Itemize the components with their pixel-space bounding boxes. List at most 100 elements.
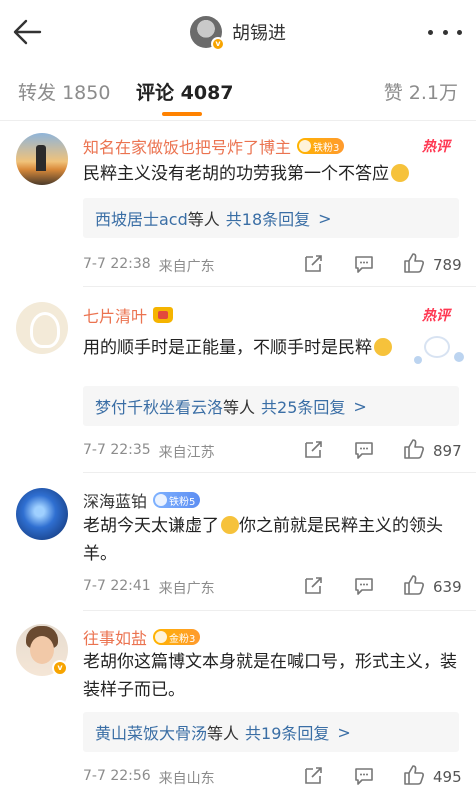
- reply-summary[interactable]: 梦付千秋坐看云洛 等人 共25条回复 >: [83, 386, 459, 426]
- reply-user[interactable]: 西坡居士acd: [95, 206, 188, 230]
- share-icon: [305, 577, 322, 594]
- reply-etc: 等人: [223, 398, 256, 417]
- comment-date: 7-7 22:35: [83, 442, 151, 458]
- thumbs-up-icon: [404, 439, 424, 459]
- like-count: 897: [433, 442, 462, 460]
- comment-author-name[interactable]: 知名在家做饭也把号炸了博主: [83, 134, 291, 158]
- share-button[interactable]: [302, 439, 324, 465]
- reply-button[interactable]: [353, 575, 375, 601]
- smile-emoji-icon: [374, 338, 392, 356]
- comment-divider: [83, 610, 476, 611]
- comment-text: 老胡今天太谦虚了 你之前就是民粹主义的领头羊。: [83, 512, 459, 568]
- comment-text-content: 老胡你这篇博文本身就是在喊口号，形式主义，装装样子而已。: [83, 652, 457, 700]
- tab-like-label: 赞: [383, 82, 403, 104]
- more-dot-icon: [457, 29, 462, 35]
- reply-count: 共25条回复: [261, 398, 346, 417]
- reply-user[interactable]: 黄山菜饭大骨汤: [95, 720, 207, 744]
- title-avatar[interactable]: v: [190, 16, 225, 51]
- comment-location: 来自广东: [158, 581, 215, 597]
- chevron-right-icon: >: [353, 396, 367, 416]
- tab-like-count: 2.1万: [408, 82, 458, 104]
- comment-divider: [83, 286, 476, 287]
- more-dot-icon: [442, 29, 448, 35]
- avatar[interactable]: [16, 488, 68, 540]
- tab-comment-count: 4087: [180, 82, 234, 104]
- more-button[interactable]: [428, 24, 462, 40]
- tab-repost[interactable]: 转发 1850: [18, 78, 110, 105]
- reply-button[interactable]: [353, 253, 375, 279]
- comment-author-name[interactable]: 深海蓝铂: [83, 488, 147, 512]
- comment-date: 7-7 22:56: [83, 768, 151, 784]
- fan-badge-icon: [155, 631, 168, 643]
- top-bar: v 胡锡进: [0, 0, 476, 64]
- tab-repost-label: 转发: [18, 82, 57, 104]
- avatar[interactable]: [16, 302, 68, 354]
- tab-comment[interactable]: 评论 4087: [136, 78, 234, 105]
- comment-author-row: 往事如盐 金粉3: [83, 625, 201, 649]
- fan-badge-label: 铁粉3: [313, 142, 340, 154]
- like-count: 495: [433, 768, 462, 786]
- comment-text: 用的顺手时是正能量，不顺手时是民粹: [83, 334, 459, 362]
- tab-comment-label: 评论: [136, 82, 175, 104]
- comment-text-content: 用的顺手时是正能量，不顺手时是民粹: [83, 338, 372, 358]
- share-button[interactable]: [302, 765, 324, 791]
- thumbs-up-icon: [404, 765, 424, 785]
- comment-location: 来自山东: [158, 771, 215, 787]
- reply-count: 共19条回复: [245, 724, 330, 743]
- share-button[interactable]: [302, 253, 324, 279]
- tabs-divider: [0, 120, 476, 121]
- tab-like[interactable]: 赞 2.1万: [384, 78, 458, 105]
- comment-meta: 7-7 22:38 来自广东: [83, 256, 215, 276]
- reply-etc: 等人: [207, 724, 240, 743]
- comment-icon: [355, 768, 373, 785]
- fan-badge[interactable]: 铁粉3: [297, 138, 345, 154]
- avatar[interactable]: v: [16, 624, 68, 676]
- comment-meta: 7-7 22:35 来自江苏: [83, 442, 215, 462]
- verified-badge-icon: v: [211, 37, 225, 51]
- doge-emoji-icon: [221, 516, 239, 534]
- comment-date: 7-7 22:41: [83, 578, 151, 594]
- comment-author-row: 知名在家做饭也把号炸了博主 铁粉3: [83, 134, 345, 158]
- active-tab-indicator: [162, 112, 202, 116]
- reply-user[interactable]: 梦付千秋坐看云洛: [95, 394, 223, 418]
- fan-badge[interactable]: 铁粉5: [153, 492, 201, 508]
- comment-author-name[interactable]: 往事如盐: [83, 625, 147, 649]
- like-button[interactable]: [403, 574, 425, 600]
- fan-badge-icon: [155, 494, 168, 506]
- comment-author-row: 七片清叶: [83, 303, 174, 327]
- share-icon: [305, 255, 322, 272]
- fan-badge-icon: [299, 140, 312, 152]
- tab-bar: 转发 1850 评论 4087 赞 2.1万: [0, 64, 476, 120]
- reply-button[interactable]: [353, 765, 375, 791]
- hot-comment-tag: 热评: [422, 139, 450, 155]
- reply-summary[interactable]: 西坡居士acd 等人 共18条回复 >: [83, 198, 459, 238]
- fan-badge-label: 金粉3: [169, 633, 196, 645]
- comment-author-row: 深海蓝铂 铁粉5: [83, 488, 201, 512]
- comment-location: 来自广东: [158, 259, 215, 275]
- like-button[interactable]: [403, 252, 425, 278]
- like-count: 639: [433, 578, 462, 596]
- comment-icon: [355, 578, 373, 595]
- verified-badge-icon: v: [52, 660, 68, 676]
- reply-summary[interactable]: 黄山菜饭大骨汤 等人 共19条回复 >: [83, 712, 459, 752]
- comment-icon: [355, 256, 373, 273]
- sticker-decoration-icon: [410, 334, 466, 370]
- comment-location: 来自江苏: [158, 445, 215, 461]
- share-button[interactable]: [302, 575, 324, 601]
- reply-button[interactable]: [353, 439, 375, 465]
- reply-etc: 等人: [187, 210, 220, 229]
- like-count: 789: [433, 256, 462, 274]
- comment-text: 民粹主义没有老胡的功劳我第一个不答应: [83, 160, 459, 188]
- like-button[interactable]: [403, 764, 425, 790]
- like-button[interactable]: [403, 438, 425, 464]
- comment-text-content: 老胡今天太谦虚了: [83, 516, 219, 536]
- header-title-group: v 胡锡进: [0, 14, 476, 51]
- avatar[interactable]: [16, 133, 68, 185]
- comment-icon: [355, 442, 373, 459]
- fan-badge[interactable]: 金粉3: [153, 629, 201, 645]
- page-title: 胡锡进: [232, 23, 286, 44]
- comment-author-name[interactable]: 七片清叶: [83, 303, 147, 327]
- comment-divider: [83, 472, 476, 473]
- comment-meta: 7-7 22:41 来自广东: [83, 578, 215, 598]
- more-dot-icon: [428, 29, 433, 35]
